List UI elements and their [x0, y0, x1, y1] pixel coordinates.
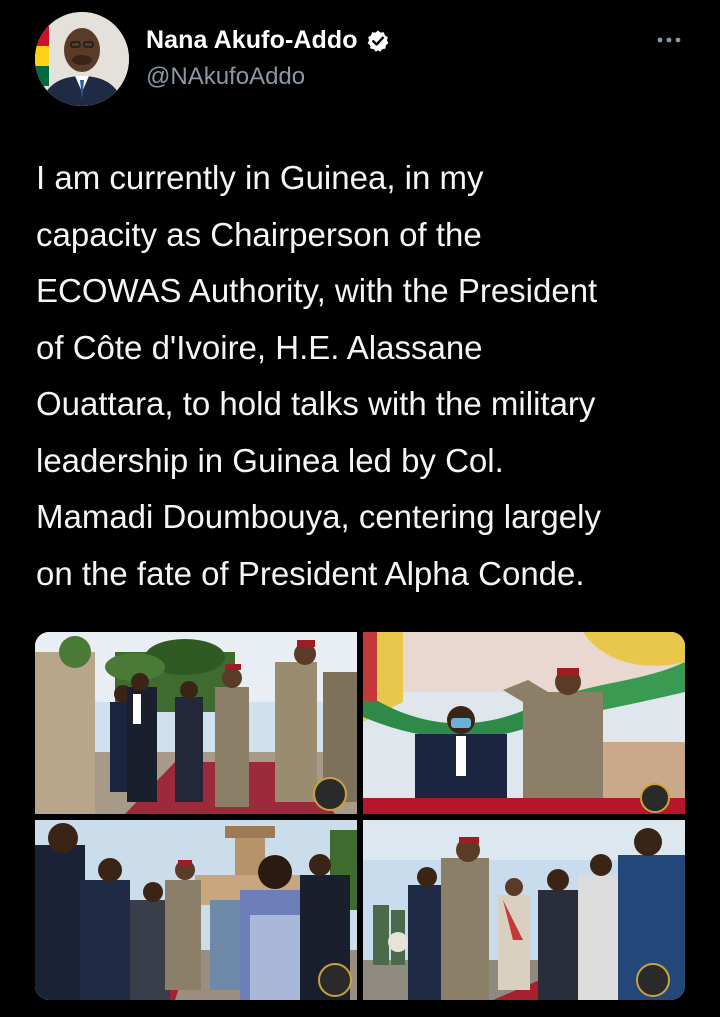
photo-soldier-saluting-under-canopy-icon: [363, 632, 685, 814]
verified-icon: [366, 29, 390, 53]
tweet-text-line: Mamadi Doumbouya, centering largely: [36, 498, 601, 535]
tweet-text-line: capacity as Chairperson of the: [36, 215, 482, 253]
display-name[interactable]: Nana Akufo-Addo: [146, 26, 358, 55]
handle[interactable]: @NAkufoAddo: [146, 63, 305, 91]
media-photo-3[interactable]: [35, 820, 357, 1000]
media-photo-2[interactable]: [363, 632, 685, 814]
photo-delegation-at-airport-icon: [35, 820, 357, 1000]
media-photo-1[interactable]: [35, 632, 357, 814]
tweet-text-line: of Côte d'Ivoire, H.E. Alassane: [36, 328, 483, 366]
tweet-text-line: on the fate of President Alpha Conde.: [36, 554, 585, 592]
photo-delegation-walking-red-carpet-icon: [35, 632, 357, 814]
tweet: Nana Akufo-Addo @NAkufoAddo I am current…: [0, 0, 720, 1017]
tweet-text-line: I am currently in Guinea, in my: [36, 159, 484, 196]
tweet-text: I am currently in Guinea, in my capacity…: [36, 150, 696, 602]
profile-photo-icon: [35, 12, 129, 106]
author-name-row[interactable]: Nana Akufo-Addo: [146, 26, 390, 55]
tweet-text-line: leadership in Guinea led by Col.: [36, 441, 504, 479]
media-photo-4[interactable]: [363, 820, 685, 1000]
avatar[interactable]: [35, 12, 129, 106]
more-options-icon[interactable]: [655, 32, 685, 48]
photo-officials-greeting-outdoors-icon: [363, 820, 685, 1000]
media-grid: [35, 632, 685, 1000]
tweet-text-line: ECOWAS Authority, with the President: [36, 272, 598, 309]
tweet-text-line: Ouattara, to hold talks with the militar…: [36, 385, 596, 422]
